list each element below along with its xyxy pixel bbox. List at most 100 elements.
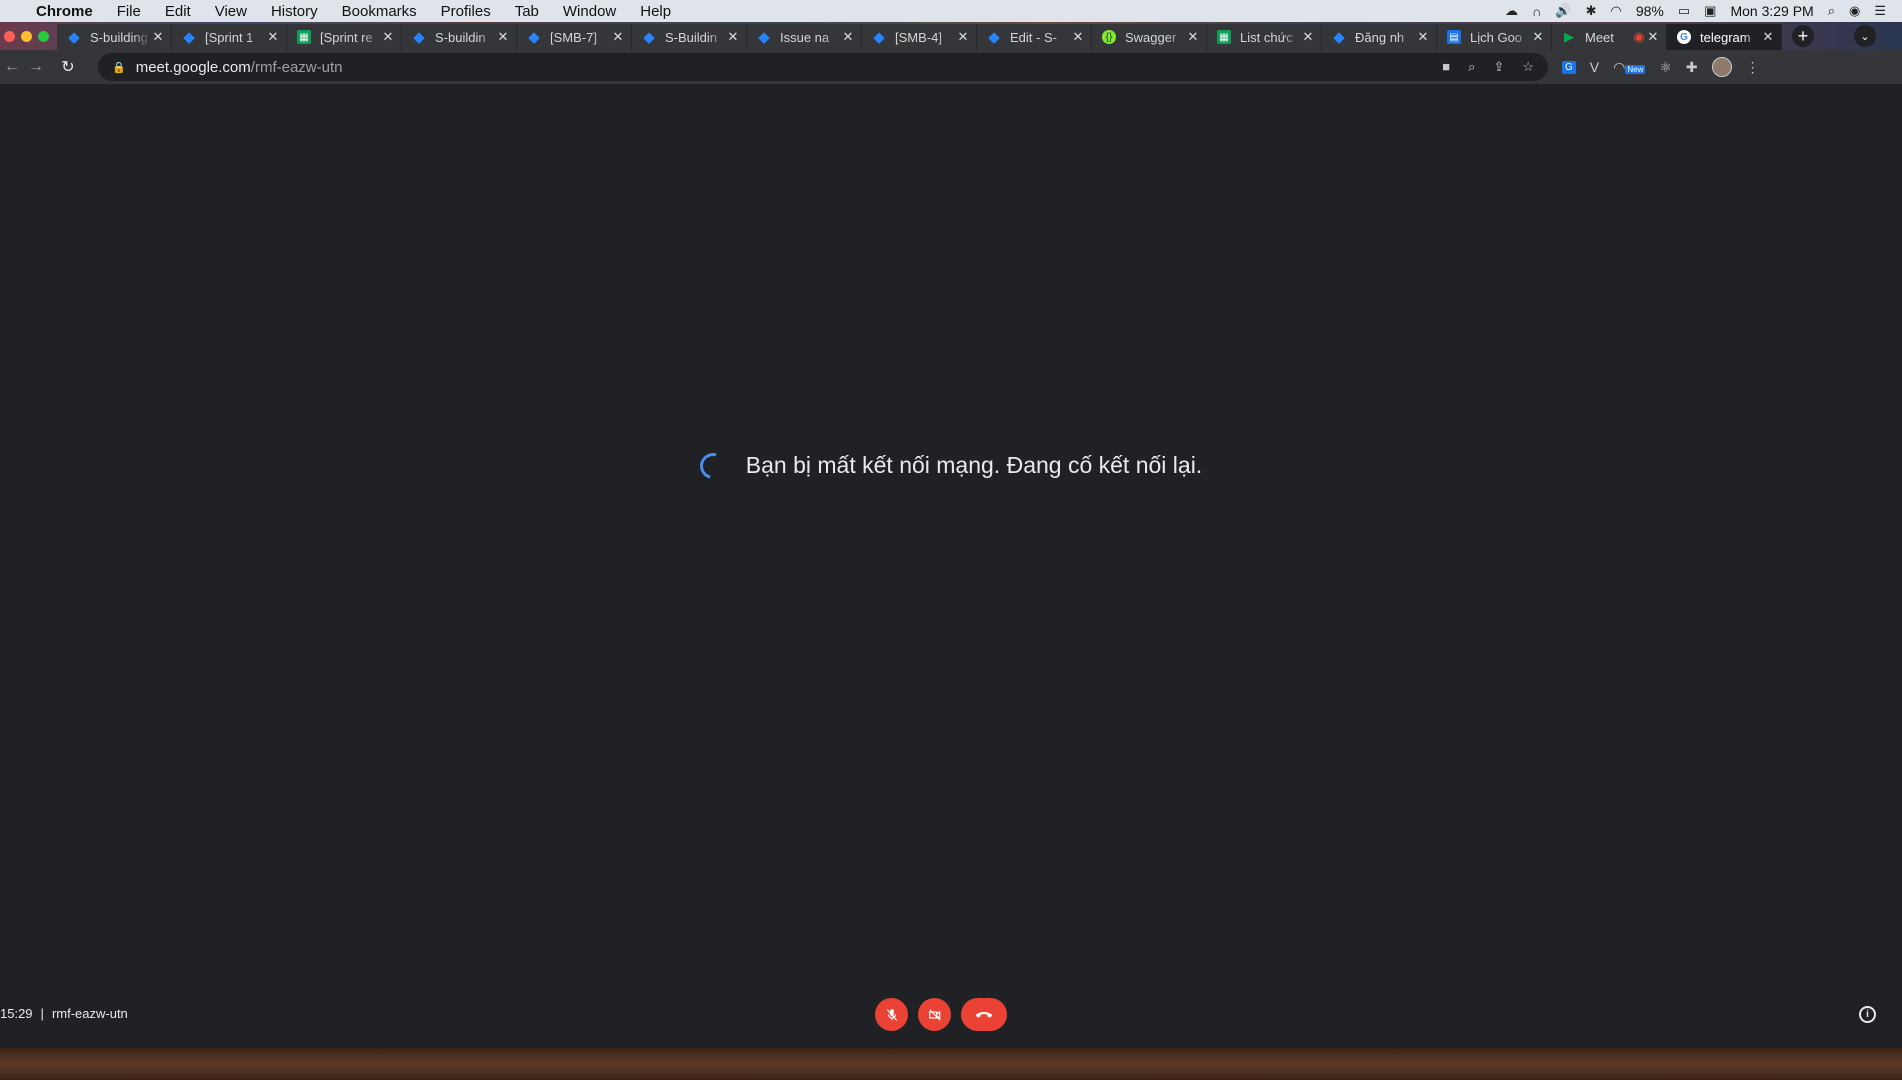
hang-up-icon [975,1011,993,1018]
tab[interactable]: ▤ Lịch Goo ✕ [1437,24,1552,50]
tab[interactable]: ◆ S-Buildin ✕ [632,24,747,50]
meeting-separator: | [40,1006,44,1021]
tab-title: Edit - S- [1010,29,1057,45]
tabs: ◆ S-building ✕ ◆ [Sprint 1 ✕ ▦ [Sprint re ✕ ◆ S… [57,22,1782,50]
control-center-icon[interactable]: ☰ [1874,3,1886,19]
tab[interactable]: ◆ Đăng nh ✕ [1322,24,1437,50]
menu-app-chrome[interactable]: Chrome [28,3,105,20]
google-translate-extension-icon[interactable]: G [1562,60,1576,74]
tab[interactable]: ◆ [SMB-4] ✕ [862,24,977,50]
close-tab-icon[interactable]: ✕ [841,29,855,45]
tab-strip: ◆ S-building ✕ ◆ [Sprint 1 ✕ ▦ [Sprint re ✕ ◆ S… [0,22,1902,50]
zoom-window-button[interactable] [38,31,49,42]
close-tab-icon[interactable]: ✕ [611,29,625,45]
wifi-icon[interactable]: ◠ [1610,3,1621,19]
vue-devtools-extension-icon[interactable]: V [1590,59,1599,75]
menu-bookmarks[interactable]: Bookmarks [330,3,429,20]
sheets-icon: ▦ [1217,30,1231,44]
close-tab-icon[interactable]: ✕ [1646,29,1660,45]
close-tab-icon[interactable]: ✕ [956,29,970,45]
lock-icon[interactable]: 🔒 [112,61,126,74]
meet-icon: ▶ [1564,29,1574,44]
battery-percent[interactable]: 98% [1636,3,1664,19]
close-tab-icon[interactable]: ✕ [266,29,280,45]
close-tab-icon[interactable]: ✕ [151,29,165,45]
close-tab-icon[interactable]: ✕ [726,29,740,45]
tab-title: List chức [1240,29,1293,45]
menu-edit[interactable]: Edit [153,3,203,20]
tab-meet[interactable]: ▶ Meet ◉ ✕ [1552,24,1667,50]
tab[interactable]: ◆ [Sprint 1 ✕ [172,24,287,50]
google-icon: G [1677,30,1691,44]
menu-help[interactable]: Help [628,3,683,20]
new-tab-button[interactable]: + [1792,25,1814,47]
close-tab-icon[interactable]: ✕ [1071,29,1085,45]
chrome-menu-icon[interactable]: ⋮ [1746,59,1760,76]
volume-icon[interactable]: 🔊 [1555,3,1571,19]
leave-call-button[interactable] [961,998,1007,1031]
bookmark-star-icon[interactable]: ☆ [1522,59,1534,75]
close-tab-icon[interactable]: ✕ [496,29,510,45]
bluetooth-icon[interactable]: ✱ [1586,3,1597,19]
tab[interactable]: ▦ List chức ✕ [1207,24,1322,50]
meeting-info-icon[interactable]: i [1859,1006,1876,1023]
airpods-icon[interactable]: ∩ [1532,4,1541,19]
menu-file[interactable]: File [105,3,153,20]
tab-search-button[interactable]: ⌄ [1854,25,1876,47]
jira-icon: ◆ [1333,29,1345,46]
close-tab-icon[interactable]: ✕ [381,29,395,45]
tab[interactable]: ◆ Issue na ✕ [747,24,862,50]
tab-title: Meet [1585,29,1614,45]
tab[interactable]: {} Swagger ✕ [1092,24,1207,50]
close-tab-icon[interactable]: ✕ [1531,29,1545,45]
tab-active[interactable]: Gtelegram ✕ [1667,24,1782,50]
close-window-button[interactable] [4,31,15,42]
tab-title: Issue na [780,29,830,45]
close-tab-icon[interactable]: ✕ [1301,29,1315,45]
close-tab-icon[interactable]: ✕ [1416,29,1430,45]
tab[interactable]: ◆ [SMB-7] ✕ [517,24,632,50]
profile-avatar[interactable] [1711,57,1732,77]
camera-off-icon [928,1008,941,1021]
minimize-window-button[interactable] [21,31,32,42]
menu-tab[interactable]: Tab [503,3,551,20]
spotlight-search-icon[interactable]: ⌕ [1828,3,1835,19]
creative-cloud-icon[interactable]: ☁ [1505,3,1518,19]
close-tab-icon[interactable]: ✕ [1761,29,1775,45]
tab[interactable]: ◆ S-building ✕ [57,24,172,50]
extensions-puzzle-icon[interactable]: ✚ [1686,59,1698,76]
url-host: meet.google.com [135,58,251,76]
extension-with-new-badge-icon[interactable]: ◠ New [1613,59,1646,76]
jira-icon: ◆ [68,29,80,46]
camera-off-button[interactable] [918,998,951,1031]
menu-history[interactable]: History [259,3,330,20]
address-bar[interactable]: 🔒 meet.google.com/rmf-eazw-utn ■ ⌕ ⇪ ☆ [98,53,1548,81]
forward-button[interactable]: → [24,58,48,76]
tab[interactable]: ◆ Edit - S- ✕ [977,24,1092,50]
react-devtools-extension-icon[interactable]: ⚛ [1659,59,1672,76]
tab-title: [Sprint 1 [205,29,254,45]
address-bar-actions: ■ ⌕ ⇪ ☆ [1442,59,1548,75]
close-tab-icon[interactable]: ✕ [1186,29,1200,45]
tab[interactable]: ▦ [Sprint re ✕ [287,24,402,50]
reload-button[interactable]: ↻ [56,57,80,77]
meeting-code: rmf-eazw-utn [51,1006,128,1021]
menu-window[interactable]: Window [551,3,628,20]
siri-icon[interactable]: ◉ [1849,3,1860,19]
zoom-icon[interactable]: ⌕ [1468,59,1475,75]
menubar-clock[interactable]: Mon 3:29 PM [1730,3,1813,19]
share-icon[interactable]: ⇪ [1493,59,1504,75]
menu-profiles[interactable]: Profiles [429,3,503,20]
camera-in-use-icon[interactable]: ■ [1442,59,1450,75]
tab-title: [SMB-7] [550,29,597,45]
back-button[interactable]: ← [0,58,24,76]
tab-title: Lịch Goo [1470,29,1523,45]
battery-icon[interactable]: ▭ [1678,3,1690,19]
menu-view[interactable]: View [203,3,259,20]
recording-indicator-icon: ◉ [1633,29,1645,44]
tab[interactable]: ◆ S-buildin ✕ [402,24,517,50]
microphone-off-button[interactable] [875,998,908,1031]
input-source-icon[interactable]: ▣ [1704,3,1716,19]
extensions-area: G V ◠ New ⚛ ✚ ⋮ [1562,57,1760,77]
meet-page [0,98,1902,1048]
